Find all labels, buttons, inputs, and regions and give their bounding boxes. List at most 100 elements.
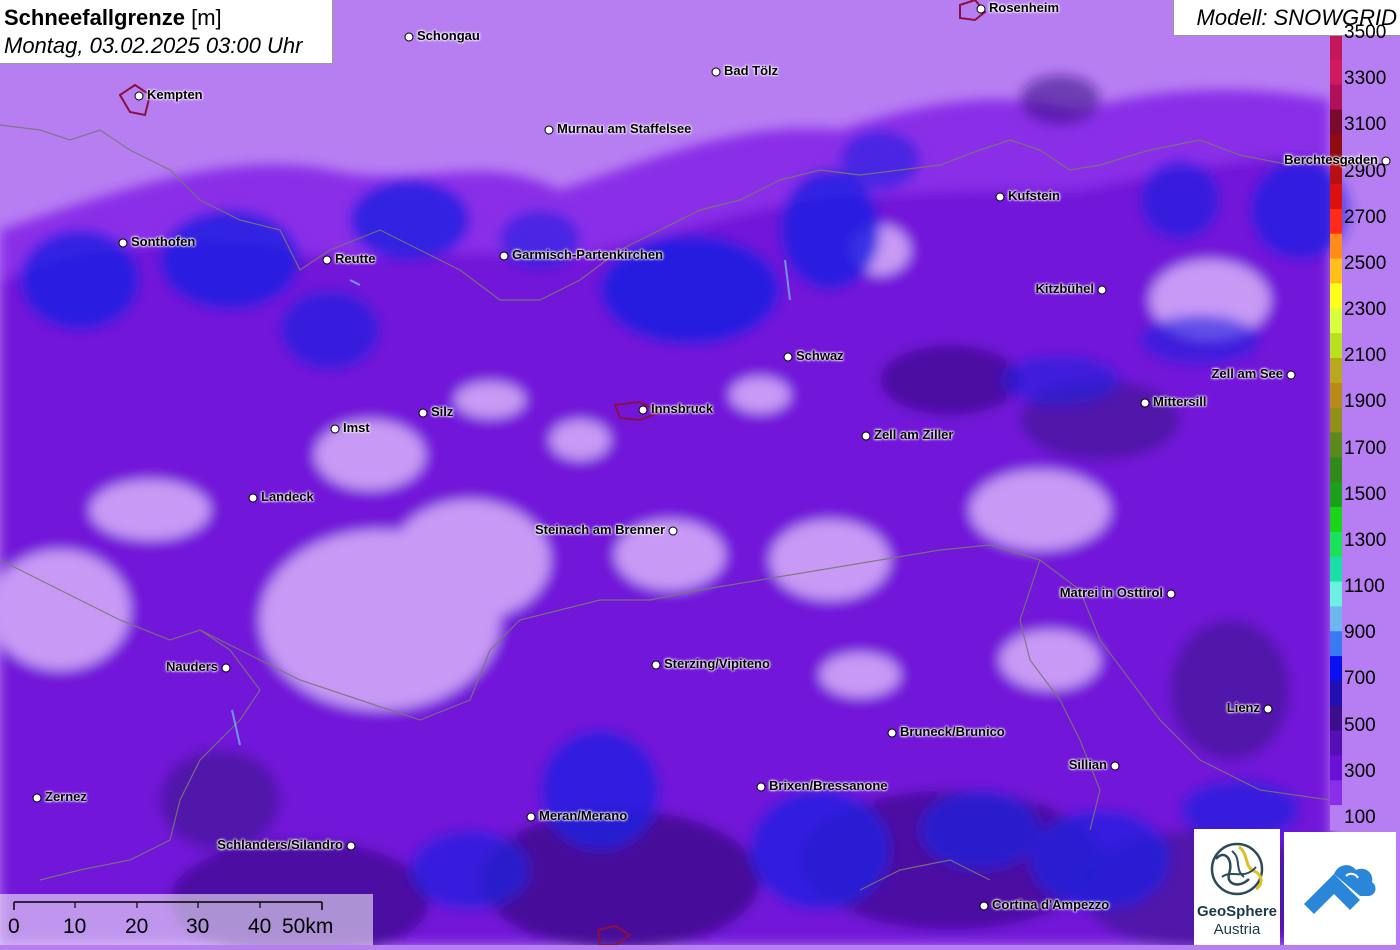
geosphere-logo-text: GeoSphere [1196,903,1278,920]
city-label: Schlanders/Silandro [217,837,343,852]
legend-label: 1100 [1344,576,1385,598]
snowgrid-cloud-logo[interactable] [1284,832,1396,945]
city-marker [526,812,536,822]
city-marker [887,728,897,738]
mountain-cloud-icon [1304,865,1376,914]
scale-label: 10 [63,915,87,938]
city-label: Kitzbühel [1035,281,1095,296]
scale-label: 50km [282,915,334,938]
city-marker [118,238,128,248]
austria-logo-text: Austria [1213,921,1261,938]
legend-label: 700 [1344,668,1376,690]
city-marker [711,67,721,77]
city-marker [756,782,766,792]
city-marker [1263,704,1273,714]
city-label: Mittersill [1153,394,1207,409]
city-label: Silz [431,404,454,419]
city-label: Sonthofen [131,234,196,249]
city-label: Innsbruck [651,401,714,416]
legend-swatch [1330,109,1342,135]
city-label: Reutte [335,251,376,266]
scale-label: 30 [186,915,210,938]
legend-label: 2300 [1344,299,1387,321]
legend-swatch [1330,432,1342,458]
city-marker [1166,589,1176,599]
city-marker [1097,285,1107,295]
legend-swatch [1330,208,1342,235]
city-marker [346,841,356,851]
city-marker [32,793,42,803]
legend-label: 1300 [1344,529,1387,551]
legend-swatch [1330,35,1342,61]
map-title-box: Schneefallgrenze [m] Montag, 03.02.2025 … [0,0,333,64]
city-label: Schongau [417,28,480,43]
scale-label: 20 [125,915,149,938]
city-label: Garmisch-Partenkirchen [512,247,664,262]
city-marker [1286,370,1296,380]
city-label: Zernez [45,789,87,804]
legend-swatch [1330,258,1342,284]
legend-label: 1900 [1344,391,1387,413]
city-label: Schwaz [796,348,844,363]
legend-swatch [1330,755,1342,781]
city-marker [499,251,509,261]
map-title-unit: [m] [191,5,222,30]
scale-label: 0 [8,915,20,938]
city-label: Rosenheim [989,0,1060,15]
legend-swatch [1330,59,1342,86]
legend-swatch [1330,333,1342,359]
legend-label: 100 [1344,807,1376,828]
legend-swatch [1330,581,1342,607]
city-marker [418,408,428,418]
city-label: Sterzing/Vipiteno [664,656,770,671]
city-label: Berchtesgaden [1284,152,1378,167]
legend-swatch [1330,606,1342,632]
city-marker [1110,761,1120,771]
city-label: Matrei in Osttirol [1059,585,1163,600]
city-marker [322,255,332,265]
city-marker [330,424,340,434]
legend-swatch [1330,805,1342,831]
legend-swatch [1330,780,1342,806]
legend-swatch [1330,656,1342,682]
map-title-text: Schneefallgrenze [4,5,185,30]
city-marker [221,663,231,673]
city-label: Bruneck/Brunico [900,724,1005,739]
legend-swatch [1330,407,1342,433]
legend-swatch [1330,457,1342,483]
city-label: Meran/Merano [539,808,628,823]
legend-label: 2100 [1344,345,1387,367]
city-label: Bad Tölz [724,63,779,78]
city-marker [995,192,1005,202]
city-label: Landeck [261,489,314,504]
legend-swatch [1330,308,1342,334]
city-label: Murnau am Staffelsee [557,121,692,136]
legend-swatch [1330,531,1342,558]
legend-label: 2700 [1344,206,1387,228]
city-label: Imst [343,420,370,435]
city-label: Cortina d'Ampezzo [992,897,1110,912]
city-label: Zell am See [1211,366,1283,381]
legend-label: 300 [1344,760,1376,782]
city-marker [638,405,648,415]
snowfall-limit-map [0,0,1400,945]
city-marker [783,352,793,362]
legend-swatch [1330,482,1342,508]
city-label: Lienz [1226,700,1260,715]
legend-swatch [1330,84,1342,111]
city-marker [651,660,661,670]
legend-swatch [1330,283,1342,309]
legend-label: 900 [1344,622,1376,644]
city-marker [979,901,989,911]
city-label: Brixen/Bressanone [769,778,888,793]
legend-label: 3300 [1344,68,1387,90]
geosphere-austria-logo[interactable]: GeoSphere Austria [1194,829,1280,945]
geosphere-emblem-icon [1210,842,1264,896]
map-datetime: Montag, 03.02.2025 03:00 Uhr [4,33,303,58]
city-label: Kempten [147,87,203,102]
city-marker [1140,398,1150,408]
city-marker [1381,156,1391,166]
legend-label: 2500 [1344,252,1387,274]
city-marker [248,493,258,503]
legend-label: 3100 [1344,114,1387,136]
